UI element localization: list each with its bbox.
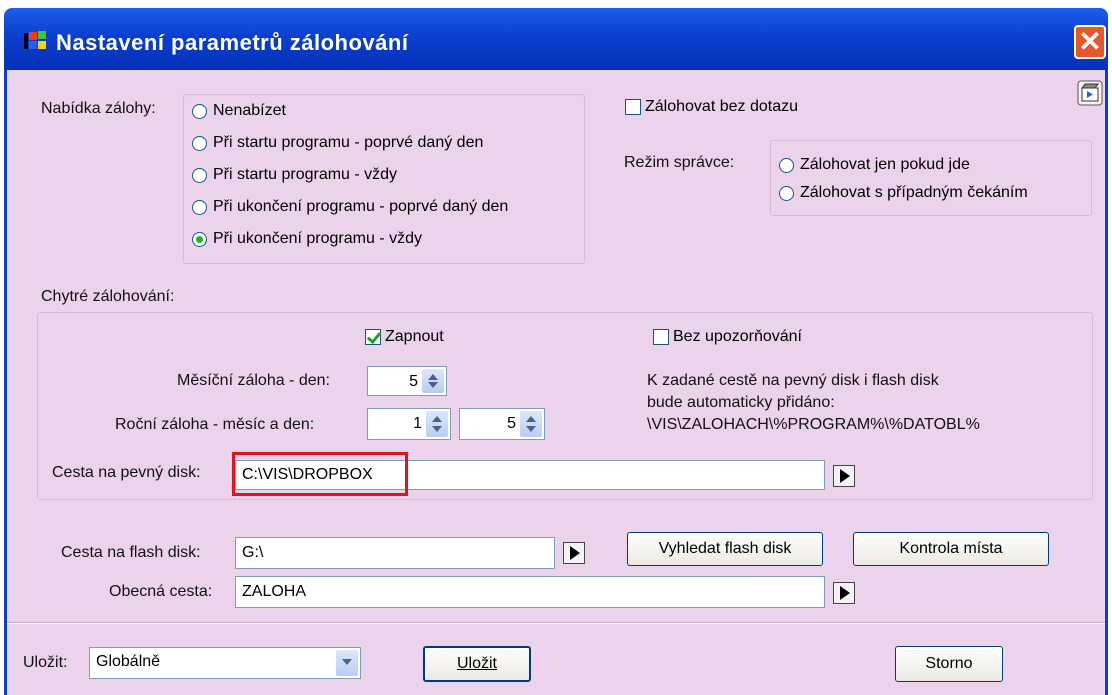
chevron-down-icon[interactable] [336,650,358,676]
flash-path-input[interactable]: G:\ [235,537,555,569]
general-path-browse-button[interactable] [833,582,855,604]
radio-dot [192,103,207,119]
radio-dot [192,135,207,151]
title-bar: Nastavení parametrů zálohování ✕ [4,8,1108,70]
enable-smart-checkbox[interactable]: Zapnout [365,328,444,346]
check-space-button[interactable]: Kontrola místa [853,532,1049,566]
highlight-box [232,452,408,496]
save-scope-select[interactable]: Globálně [89,647,361,679]
radio-offer-start-always[interactable]: Při startu programu - vždy [192,166,397,184]
spinner-buttons[interactable] [520,411,542,437]
radio-label: Při startu programu - poprvé daný den [213,134,484,151]
spinner-value: 1 [413,415,422,432]
yearly-day-spinner[interactable]: 5 [459,408,545,440]
general-path-label: Obecná cesta: [109,583,213,600]
radio-offer-none[interactable]: Nenabízet [192,102,286,120]
info-line-1: K zadané cestě na pevný disk i flash dis… [647,372,939,389]
spinner-value: 5 [409,373,418,390]
admin-mode-label: Režim správce: [624,154,735,171]
radio-dot [779,185,794,201]
save-button[interactable]: Uložit [423,646,531,682]
radio-dot [192,231,207,247]
save-scope-label: Uložit: [23,654,68,671]
close-button[interactable]: ✕ [1074,25,1106,59]
radio-offer-end-always[interactable]: Při ukončení programu - vždy [192,230,422,248]
spinner-buttons[interactable] [426,411,448,437]
close-icon: ✕ [1078,26,1102,57]
cancel-button-label: Storno [925,655,973,672]
radio-label: Při ukončení programu - vždy [213,230,422,247]
spinner-buttons[interactable] [422,369,444,393]
smart-backup-label: Chytré zálohování: [41,288,175,305]
flash-path-label: Cesta na flash disk: [61,544,201,561]
dialog-window: Nastavení parametrů zálohování ✕ Nabídka… [0,0,1112,695]
radio-label: Při startu programu - vždy [213,166,398,183]
monthly-backup-label: Měsíční záloha - den: [177,372,330,389]
admin-mode-group [770,140,1092,216]
backup-without-prompt-checkbox[interactable]: Zálohovat bez dotazu [625,98,798,116]
general-path-input[interactable]: ZALOHA [235,576,825,608]
checkbox-label: Zapnout [385,328,444,345]
spinner-value: 5 [507,415,516,432]
radio-dot [779,157,794,173]
info-line-3: \VIS\ZALOHACH\%PROGRAM%\%DATOBL% [647,416,980,433]
dialog-body: Nabídka zálohy: Nenabízet Při startu pro… [4,70,1108,695]
save-scope-value: Globálně [96,653,161,670]
windows-flag-icon [24,31,46,49]
radio-offer-start-first[interactable]: Při startu programu - poprvé daný den [192,134,483,152]
radio-label: Zálohovat jen pokud jde [800,156,970,173]
film-help-icon[interactable] [1077,80,1103,106]
monthly-day-spinner[interactable]: 5 [367,366,447,396]
flash-path-browse-button[interactable] [563,542,585,564]
flash-path-value: G:\ [242,544,264,561]
yearly-backup-label: Roční záloha - měsíc a den: [115,416,315,433]
yearly-month-spinner[interactable]: 1 [367,408,451,440]
checkbox-label: Bez upozorňování [673,328,802,345]
radio-offer-end-first[interactable]: Při ukončení programu - poprvé daný den [192,198,508,216]
radio-admin-if-possible[interactable]: Zálohovat jen pokud jde [779,156,970,174]
hdd-path-label: Cesta na pevný disk: [52,464,201,481]
general-path-value: ZALOHA [242,583,307,600]
save-button-label: Uložit [456,655,497,672]
checkbox-label: Zálohovat bez dotazu [645,98,798,115]
backup-offer-label: Nabídka zálohy: [41,100,156,117]
radio-dot [192,167,207,183]
cancel-button[interactable]: Storno [895,646,1003,682]
window-title: Nastavení parametrů zálohování [56,30,409,55]
radio-label: Při ukončení programu - poprvé daný den [213,198,509,215]
footer-separator [7,622,1105,624]
info-line-2: bude automaticky přidáno: [647,394,835,411]
no-warnings-checkbox[interactable]: Bez upozorňování [653,328,802,346]
radio-label: Zálohovat s případným čekáním [800,184,1028,201]
checkbox-box [625,99,641,115]
hdd-path-browse-button[interactable] [833,465,855,487]
radio-label: Nenabízet [213,102,286,119]
checkbox-box [653,329,669,345]
radio-dot [192,199,207,215]
find-flash-button[interactable]: Vyhledat flash disk [627,532,823,566]
checkbox-box [365,329,381,345]
radio-admin-wait[interactable]: Zálohovat s případným čekáním [779,184,1028,202]
